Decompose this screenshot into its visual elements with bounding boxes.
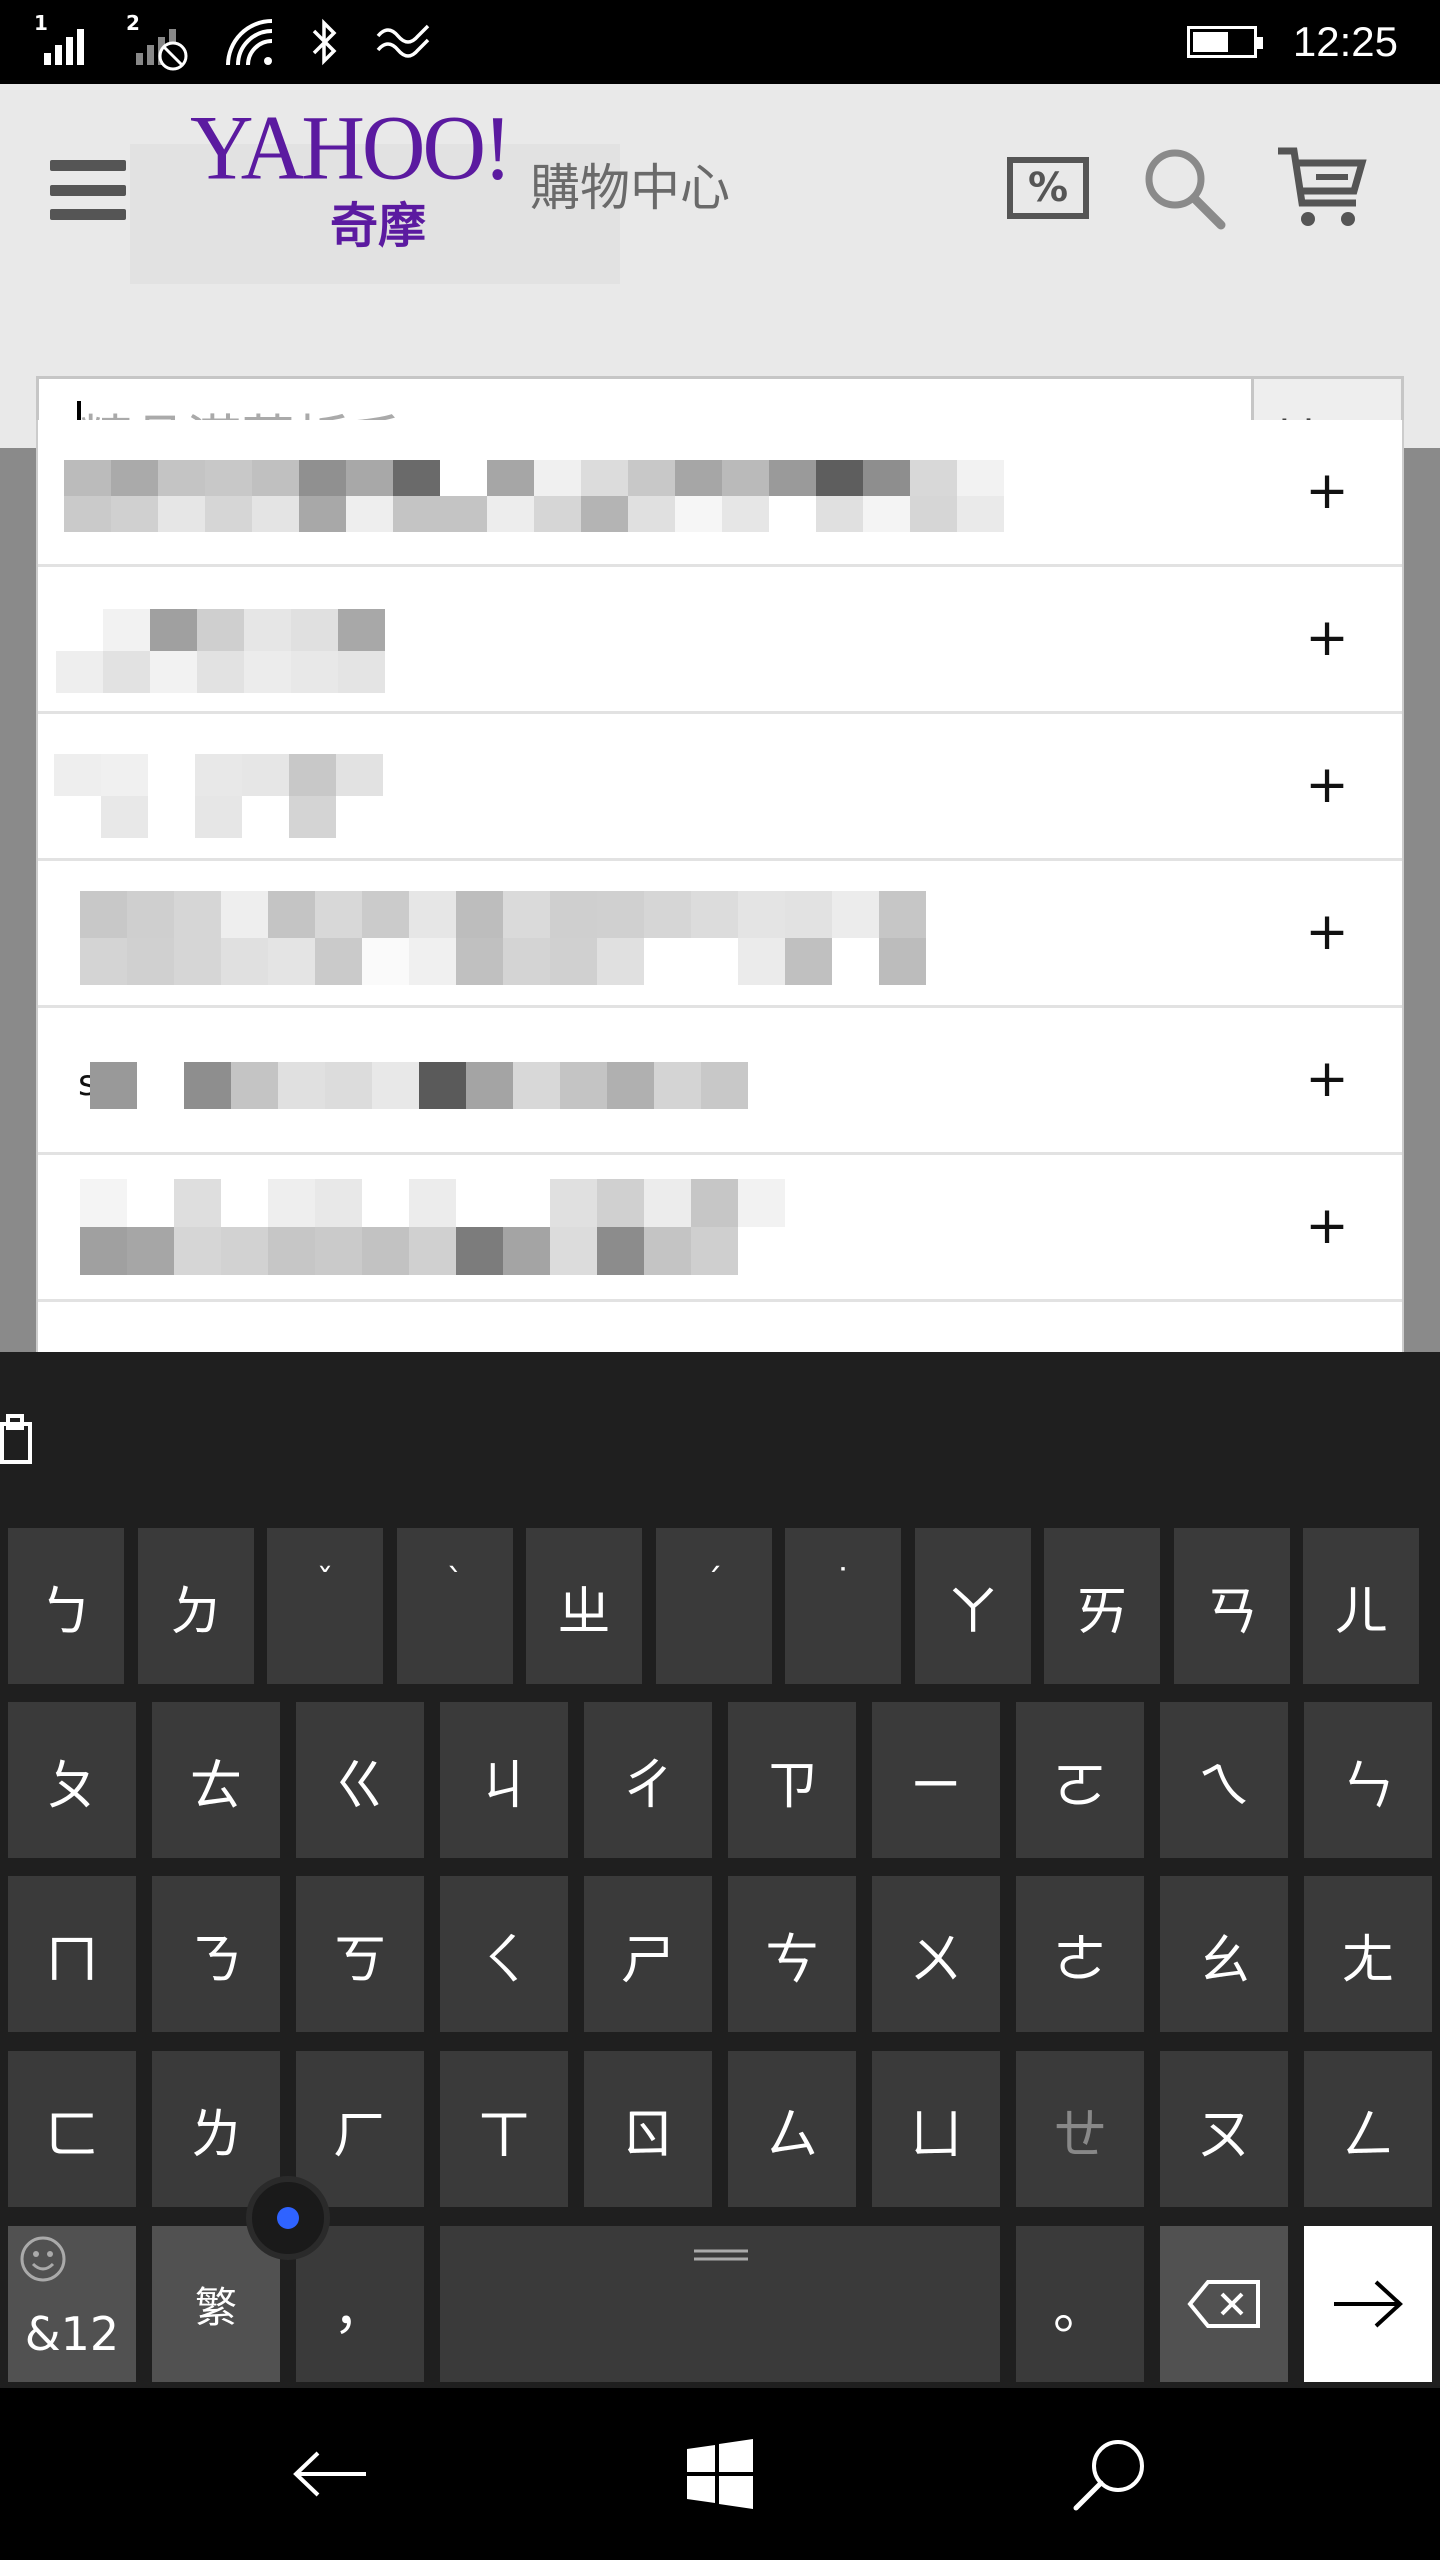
key-r2-3[interactable]: ㄍ <box>296 1702 424 1858</box>
key-r4-5[interactable]: ㄖ <box>584 2051 712 2207</box>
key-r3-10[interactable]: ㄤ <box>1304 1876 1432 2032</box>
key-r4-2[interactable]: ㄌ <box>152 2051 280 2207</box>
key-r4-10[interactable]: ㄥ <box>1304 2051 1432 2207</box>
backspace-key[interactable] <box>1160 2226 1288 2382</box>
symbols-key[interactable]: &12 <box>8 2226 136 2382</box>
enter-key[interactable] <box>1304 2226 1432 2382</box>
key-r2-1[interactable]: ㄆ <box>8 1702 136 1858</box>
suggestion-item[interactable]: + <box>38 861 1402 1008</box>
add-suggestion-button[interactable]: + <box>1292 750 1362 820</box>
key-r2-10[interactable]: ㄣ <box>1304 1702 1432 1858</box>
key-r3-8[interactable]: ㄜ <box>1016 1876 1144 2032</box>
key-r4-9[interactable]: ㄡ <box>1160 2051 1288 2207</box>
key-r1-6[interactable]: ˊ <box>656 1528 772 1684</box>
key-r3-3[interactable]: ㄎ <box>296 1876 424 2032</box>
bluetooth-icon <box>312 18 337 66</box>
suggestion-item-partial[interactable] <box>38 1302 1402 1352</box>
sim1-signal-icon: 1 <box>34 11 96 71</box>
key-r2-7[interactable]: ㄧ <box>872 1702 1000 1858</box>
app-header: YAHOO! 奇摩 購物中心 % 搜尋 <box>0 84 1440 504</box>
key-r3-4[interactable]: ㄑ <box>440 1876 568 2032</box>
suggestion-list: + + + + s + + <box>36 420 1404 1352</box>
key-r3-2[interactable]: ㄋ <box>152 1876 280 2032</box>
key-r1-5[interactable]: ㄓ <box>526 1528 642 1684</box>
key-r1-3[interactable]: ˇ <box>267 1528 383 1684</box>
add-suggestion-button[interactable]: + <box>1292 1191 1362 1261</box>
blurred-suggestion-text <box>80 891 926 985</box>
add-suggestion-button[interactable]: + <box>1292 897 1362 967</box>
coupon-icon[interactable]: % <box>998 138 1098 238</box>
key-r2-4[interactable]: ㄐ <box>440 1702 568 1858</box>
key-r3-6[interactable]: ㄘ <box>728 1876 856 2032</box>
key-r1-9[interactable]: ㄞ <box>1044 1528 1160 1684</box>
key-r1-11[interactable]: ㄦ <box>1303 1528 1419 1684</box>
suggestion-item[interactable]: + <box>38 420 1402 567</box>
suggestion-item[interactable]: + <box>38 714 1402 861</box>
blurred-suggestion-text <box>64 460 1004 532</box>
key-r2-6[interactable]: ㄗ <box>728 1702 856 1858</box>
search-icon[interactable] <box>1060 2424 1160 2524</box>
add-suggestion-button[interactable]: + <box>1292 1044 1362 1114</box>
blurred-suggestion-text <box>80 1179 785 1275</box>
key-r4-8[interactable]: ㄝ <box>1016 2051 1144 2207</box>
clipboard-icon[interactable] <box>0 1412 40 1472</box>
enter-arrow-icon <box>1334 2280 1403 2328</box>
suggestion-item[interactable]: + <box>38 567 1402 714</box>
key-r3-9[interactable]: ㄠ <box>1160 1876 1288 2032</box>
key-r1-1[interactable]: ㄅ <box>8 1528 124 1684</box>
backspace-icon <box>1187 2280 1260 2328</box>
key-r2-8[interactable]: ㄛ <box>1016 1702 1144 1858</box>
suggestion-item[interactable]: s + <box>38 1008 1402 1155</box>
windows-start-icon[interactable] <box>670 2424 770 2524</box>
cursor-control-handle[interactable] <box>246 2176 330 2260</box>
key-r2-9[interactable]: ㄟ <box>1160 1702 1288 1858</box>
logo-mall-text: 購物中心 <box>530 159 730 217</box>
key-r1-10[interactable]: ㄢ <box>1174 1528 1290 1684</box>
suggestion-item[interactable]: + <box>38 1155 1402 1302</box>
space-key[interactable] <box>440 2226 1000 2382</box>
key-r4-4[interactable]: ㄒ <box>440 2051 568 2207</box>
sim2-signal-icon: 2 <box>126 11 188 71</box>
period-key[interactable]: 。 <box>1016 2226 1144 2382</box>
blurred-suggestion-text <box>56 609 385 693</box>
battery-icon <box>1186 26 1263 58</box>
back-arrow-icon[interactable] <box>280 2424 380 2524</box>
key-r2-2[interactable]: ㄊ <box>152 1702 280 1858</box>
emoji-icon <box>20 2236 66 2282</box>
key-r3-7[interactable]: ㄨ <box>872 1876 1000 2032</box>
menu-icon[interactable] <box>46 154 130 226</box>
key-r4-6[interactable]: ㄙ <box>728 2051 856 2207</box>
key-r3-1[interactable]: ㄇ <box>8 1876 136 2032</box>
wifi-icon <box>226 19 273 66</box>
key-r1-2[interactable]: ㄉ <box>138 1528 254 1684</box>
navigation-bar <box>0 2388 1440 2560</box>
clock: 12:25 <box>1292 18 1398 65</box>
key-r2-5[interactable]: ㄔ <box>584 1702 712 1858</box>
add-suggestion-button[interactable]: + <box>1292 603 1362 673</box>
key-r3-5[interactable]: ㄕ <box>584 1876 712 2032</box>
key-r1-4[interactable]: ˋ <box>397 1528 513 1684</box>
blurred-suggestion-text <box>90 1062 748 1109</box>
data-sense-icon <box>376 24 430 58</box>
status-bar: 1 2 12:25 <box>0 0 1440 84</box>
key-r1-7[interactable]: ˙ <box>785 1528 901 1684</box>
yahoo-shopping-logo[interactable]: YAHOO! 奇摩 購物中心 <box>190 98 770 254</box>
blurred-suggestion-text <box>54 754 383 838</box>
key-r4-1[interactable]: ㄈ <box>8 2051 136 2207</box>
coupon-label: % <box>1007 157 1089 219</box>
key-r4-3[interactable]: ㄏ <box>296 2051 424 2207</box>
add-suggestion-button[interactable]: + <box>1292 456 1362 526</box>
logo-sub-text: 奇摩 <box>330 198 427 254</box>
key-r1-8[interactable]: ㄚ <box>915 1528 1031 1684</box>
key-r4-7[interactable]: ㄩ <box>872 2051 1000 2207</box>
search-icon[interactable] <box>1134 138 1234 238</box>
symbols-key-label: &12 <box>24 2307 120 2361</box>
cart-icon[interactable] <box>1272 138 1372 238</box>
